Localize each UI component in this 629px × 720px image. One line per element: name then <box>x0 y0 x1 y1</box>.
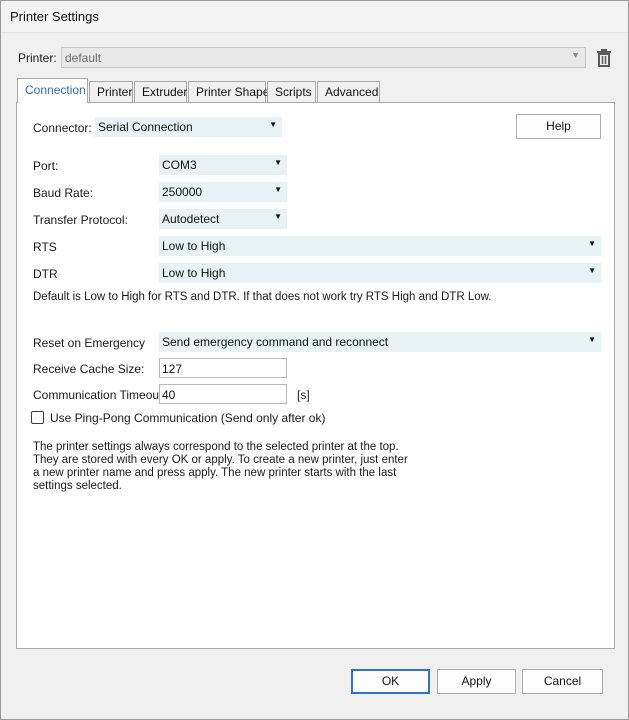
connector-value: Serial Connection <box>98 120 193 134</box>
connector-label: Connector: <box>33 121 92 135</box>
port-label: Port: <box>33 159 59 173</box>
port-value: COM3 <box>162 158 197 172</box>
reset-on-emergency-value: Send emergency command and reconnect <box>162 335 389 349</box>
receive-cache-input[interactable]: 127 <box>159 358 287 378</box>
chevron-down-icon: ▼ <box>588 266 596 275</box>
rts-select[interactable]: Low to High ▼ <box>159 236 601 256</box>
transfer-protocol-value: Autodetect <box>162 212 220 226</box>
communication-timeout-label: Communication Timeout: <box>33 388 166 402</box>
receive-cache-value: 127 <box>162 362 183 376</box>
ping-pong-label[interactable]: Use Ping-Pong Communication (Send only a… <box>50 411 325 425</box>
chevron-down-icon: ▼ <box>274 212 282 221</box>
timeout-unit-label: [s] <box>297 388 310 402</box>
rts-label: RTS <box>33 240 57 254</box>
printer-settings-window: Printer Settings Printer: default ▼ Conn… <box>0 0 629 720</box>
baud-rate-label: Baud Rate: <box>33 186 94 200</box>
transfer-protocol-select[interactable]: Autodetect ▼ <box>159 209 287 229</box>
communication-timeout-input[interactable]: 40 <box>159 384 287 404</box>
port-select[interactable]: COM3 ▼ <box>159 155 287 175</box>
receive-cache-label: Receive Cache Size: <box>33 362 145 376</box>
transfer-protocol-label: Transfer Protocol: <box>33 213 128 227</box>
dtr-value: Low to High <box>162 266 226 280</box>
info-text: The printer settings always correspond t… <box>33 441 408 492</box>
reset-on-emergency-label: Reset on Emergency <box>33 336 146 350</box>
ping-pong-checkbox[interactable] <box>31 411 44 424</box>
chevron-down-icon: ▼ <box>269 120 277 129</box>
baud-rate-select[interactable]: 250000 ▼ <box>159 182 287 202</box>
communication-timeout-value: 40 <box>162 388 176 402</box>
help-button[interactable]: Help <box>516 114 601 139</box>
dtr-select[interactable]: Low to High ▼ <box>159 263 601 283</box>
connector-select[interactable]: Serial Connection ▼ <box>95 117 282 137</box>
rts-value: Low to High <box>162 239 226 253</box>
reset-on-emergency-select[interactable]: Send emergency command and reconnect ▼ <box>159 332 601 352</box>
chevron-down-icon: ▼ <box>588 335 596 344</box>
chevron-down-icon: ▼ <box>588 239 596 248</box>
chevron-down-icon: ▼ <box>274 185 282 194</box>
dtr-label: DTR <box>33 267 58 281</box>
chevron-down-icon: ▼ <box>274 158 282 167</box>
baud-rate-value: 250000 <box>162 185 203 199</box>
rts-dtr-hint: Default is Low to High for RTS and DTR. … <box>33 291 492 303</box>
